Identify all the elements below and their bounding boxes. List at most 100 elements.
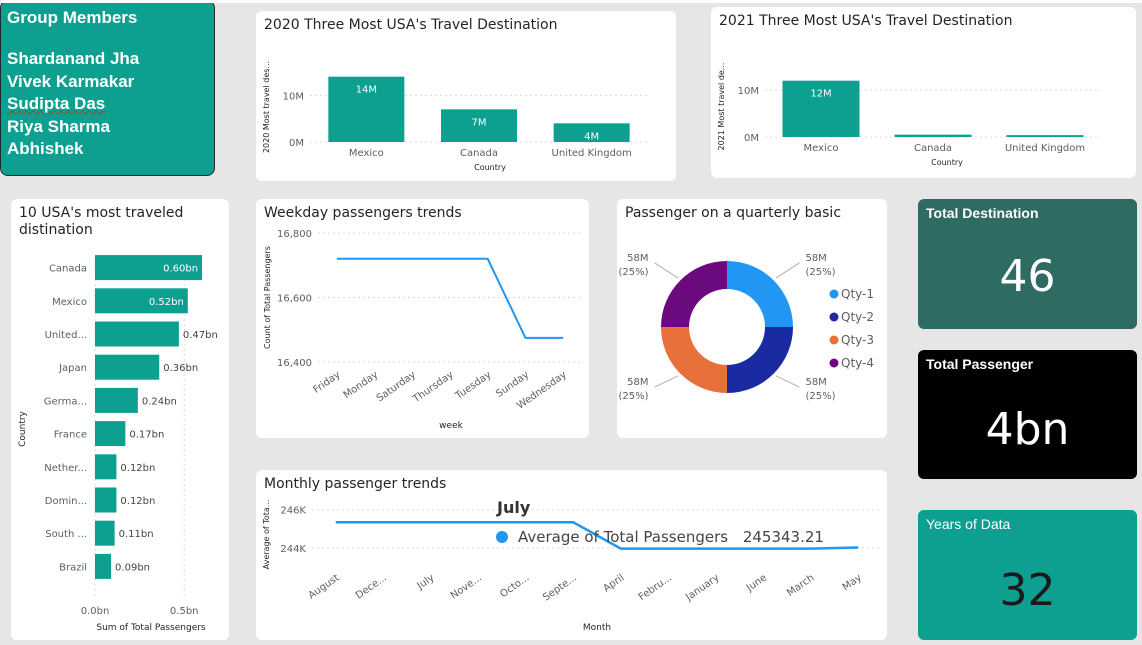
y-axis-title: Average of Tota... [262,500,271,570]
donut-slice [661,261,727,327]
y-tick-label: 16,800 [277,229,312,240]
kpi-title: Total Passenger [926,356,1034,372]
x-tick-label: 0.5bn [170,606,199,617]
bar-data-label: 0.60bn [163,264,198,275]
chart-2020-card[interactable]: 2020 Three Most USA's Travel Destination… [256,11,676,181]
y-tick-label: Japan [58,363,87,374]
legend-marker [829,289,839,299]
bar-data-label: 0.09bn [115,562,150,573]
x-tick-label: June [744,572,769,594]
bar [95,553,112,579]
kpi-value: 46 [999,251,1056,302]
group-members-list: Shardanand Jha Vivek Karmakar Sudipta Da… [7,48,139,161]
kpi-title: Total Destination [926,205,1039,221]
y-axis-title: Count of Total Passengers [263,246,272,349]
bar-data-label: 14M [356,85,377,96]
kpi-total-destination[interactable]: Total Destination 46 [918,199,1137,329]
member-name: Shardanand Jha [7,49,140,68]
y-axis-title: 2021 Most travel de... [717,63,726,151]
donut-slice [727,261,793,327]
tooltip-title: July [497,498,531,517]
x-tick-label: United Kingdom [1005,143,1085,154]
x-tick-label: April [601,572,626,594]
kpi-years-of-data[interactable]: Years of Data 32 [918,510,1137,640]
chart-weekday-card[interactable]: Weekday passengers trends 16,400 16,600 16… [256,199,589,438]
bar-data-label: 7M [472,117,487,128]
x-tick-label: Canada [914,143,952,154]
x-tick-label: 0.0bn [81,606,110,617]
x-axis-title: Sum of Total Passengers [96,623,206,633]
series-line [336,257,564,339]
x-tick-label: Mexico [804,143,839,154]
slice-data-label: 58M [805,253,826,264]
leader-line [775,262,800,279]
bar-data-label: 0.12bn [120,463,155,474]
x-tick-label: Saturday [375,369,418,404]
tooltip-row: Average of Total Passengers 245343.21 [496,528,824,546]
chart-top10-card[interactable]: 10 USA's most traveled distination 0.0bn… [11,199,229,640]
leader-line [775,375,800,388]
leader-line [654,262,679,279]
slice-percent-label: (25%) [619,267,649,278]
bar-data-label: 0.52bn [149,297,184,308]
group-members-card: Group Members Shardanand Jha Vivek Karma… [0,0,215,176]
x-tick-label: Nove... [449,572,484,601]
legend-marker [829,335,839,345]
y-tick-label: 244K [280,544,306,555]
bar [894,134,972,137]
member-name: Riya Sharma [7,116,110,136]
slice-data-label: 58M [805,377,826,388]
y-tick-label: 16,400 [277,358,312,369]
chart-2021: 0M 10M 2021 Most travel de... 12M Mexico Cana… [717,63,1101,167]
y-tick-label: Canada [49,264,87,275]
bar [1006,135,1084,137]
legend-marker [829,312,839,322]
leader-line [654,375,679,388]
member-name: Abhishek [7,139,84,158]
kpi-title: Years of Data [926,516,1011,532]
bar [95,387,138,413]
x-tick-label: United Kingdom [552,148,632,159]
kpi-value: 32 [999,565,1056,616]
chart-quarterly-card[interactable]: Passenger on a quarterly basic 58M (25%) 5… [617,199,887,438]
tooltip-series-dot [496,531,508,543]
chart-2021-card[interactable]: 2021 Three Most USA's Travel Destination… [711,7,1136,178]
slice-data-label: 58M [627,377,648,388]
x-tick-label: Tuesday [453,369,494,402]
x-tick-label: Septe... [541,572,579,603]
tooltip-label: Average of Total Passengers [518,528,729,546]
chart-monthly-card[interactable]: Monthly passenger trends 244K 246K August D… [256,470,887,640]
x-tick-label: Dece... [354,572,389,601]
bar-data-label: 0.47bn [183,330,218,341]
y-tick-label: 0M [744,133,759,144]
x-tick-label: January [683,572,721,603]
y-axis-title: 2020 Most travel des... [262,61,271,153]
tooltip-value: 245343.21 [742,528,824,546]
y-tick-label: 0M [289,138,304,149]
y-axis-title: Country [18,410,28,446]
kpi-value: 4bn [985,404,1070,455]
legend-marker [829,358,839,368]
bar [95,321,179,347]
member-name: Sudipta Das [7,94,106,113]
x-tick-label: March [785,572,816,598]
x-tick-label: Thursday [411,369,456,405]
bar [95,487,117,513]
chart-2020: 0M 10M 2020 Most travel des... 14M Mexico 7M C… [262,61,648,172]
slice-percent-label: (25%) [805,267,835,278]
slice-percent-label: (25%) [619,391,649,402]
bar-data-label: 0.36bn [163,363,198,374]
donut-slice [661,327,727,393]
chart-weekday: 16,40016,60016,800Friday MondaySaturdayTh… [263,229,582,431]
y-tick-label: Mexico [52,297,87,308]
x-axis-title: Country [474,163,506,172]
legend-label: Qty-3 [841,333,874,347]
bar [95,520,115,546]
bar-data-label: 0.12bn [120,496,155,507]
kpi-total-passenger[interactable]: Total Passenger 4bn [918,350,1137,479]
y-tick-label: 10M [738,86,759,97]
bar-data-label: 0.11bn [119,529,154,540]
y-tick-label: 16,600 [277,294,312,305]
y-tick-label: Nether... [44,463,87,474]
bar-data-label: 4M [584,131,599,142]
